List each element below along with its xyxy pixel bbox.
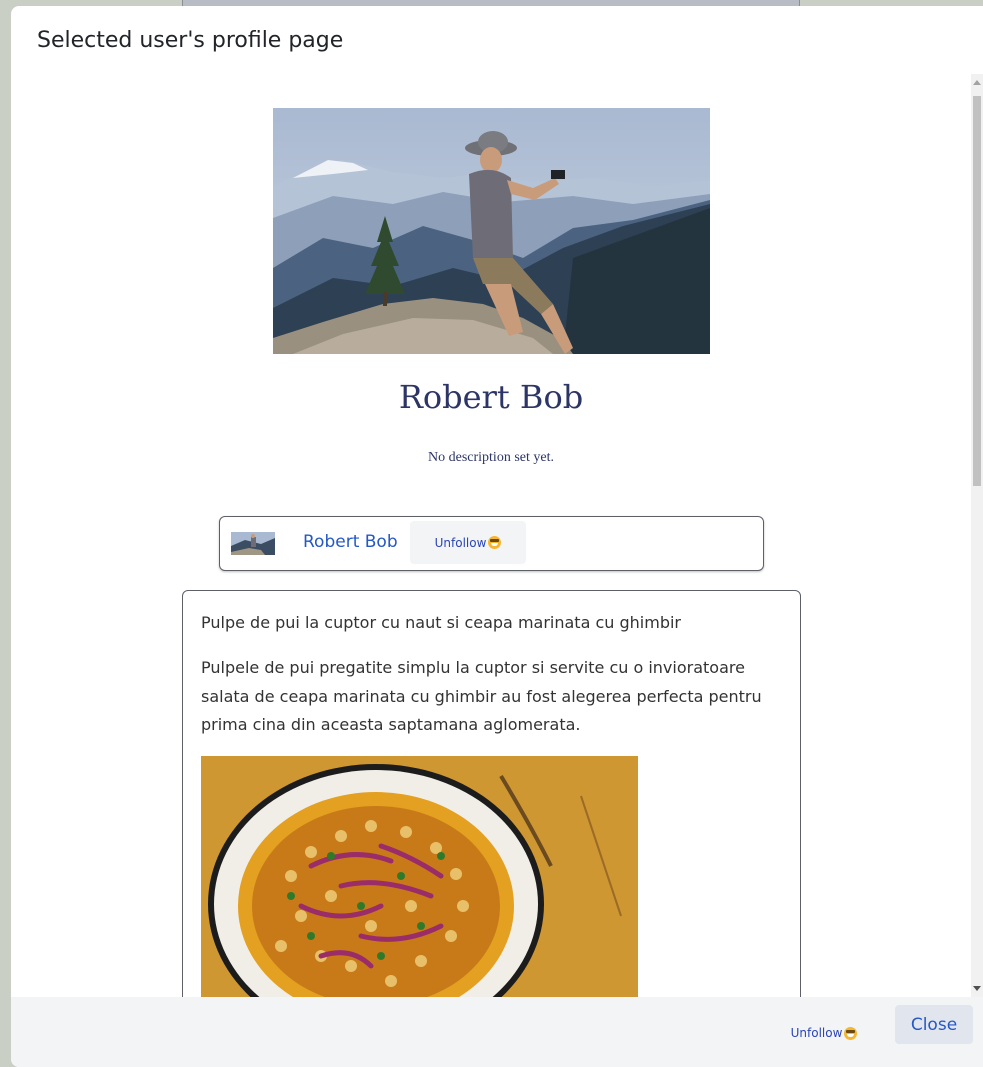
profile-modal: Selected user's profile page Robert Bob … — [11, 6, 983, 1067]
modal-footer: Unfollow Close — [11, 997, 983, 1067]
post-title: Pulpe de pui la cuptor cu naut si ceapa … — [201, 613, 681, 632]
profile-name: Robert Bob — [398, 378, 584, 416]
unfollow-label: Unfollow — [434, 535, 487, 550]
grinning-face-icon — [488, 536, 502, 549]
scroll-up-arrow-icon[interactable] — [973, 80, 981, 85]
footer-unfollow-label: Unfollow — [790, 1026, 843, 1040]
modal-body[interactable]: Robert Bob No description set yet. Rober… — [11, 72, 971, 997]
unfollow-button[interactable]: Unfollow — [410, 521, 526, 564]
modal-scrollbar[interactable] — [971, 74, 983, 997]
post-text: Pulpele de pui pregatite simplu la cupto… — [201, 658, 762, 734]
post-image — [201, 756, 638, 997]
scroll-down-arrow-icon[interactable] — [973, 986, 981, 991]
user-card: Robert Bob Unfollow — [219, 516, 764, 571]
avatar[interactable] — [231, 532, 275, 555]
scrollbar-thumb[interactable] — [973, 96, 981, 486]
footer-unfollow-button[interactable]: Unfollow — [773, 1013, 875, 1053]
grinning-face-icon — [844, 1026, 858, 1040]
user-card-name[interactable]: Robert Bob — [303, 532, 398, 552]
profile-description: No description set yet. — [428, 450, 554, 465]
profile-cover-image — [273, 108, 710, 354]
close-button[interactable]: Close — [895, 1005, 973, 1044]
modal-title: Selected user's profile page — [37, 28, 344, 53]
post-card: Pulpe de pui la cuptor cu naut si ceapa … — [182, 590, 801, 997]
